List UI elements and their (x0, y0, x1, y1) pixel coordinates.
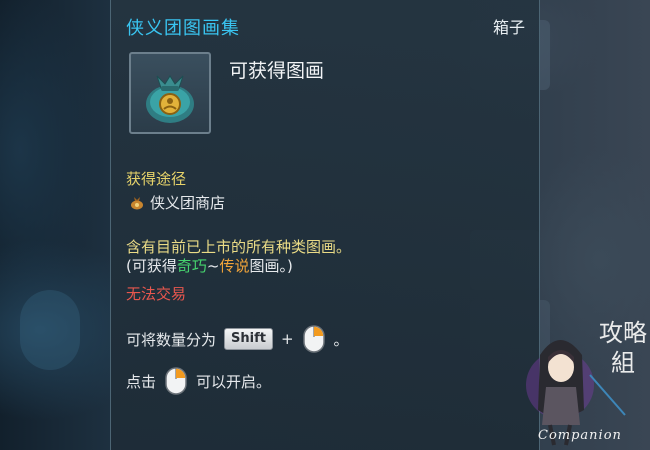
plus-sign: + (280, 330, 294, 348)
split-hint: 可将数量分为 Shift + 。 (126, 325, 349, 353)
open-hint-label: 点击 (126, 372, 157, 391)
shift-key-icon: Shift (224, 328, 273, 350)
money-bag-icon (146, 75, 194, 123)
split-hint-suffix: 。 (333, 330, 349, 349)
trade-status: 无法交易 (126, 285, 187, 303)
watermark-calligraphy: 攻略組 (599, 319, 647, 377)
grade-legend-label: 传说 (219, 257, 250, 275)
acquire-source-label: 侠义团商店 (150, 193, 226, 212)
description-line-1: 含有目前已上市的所有种类图画。 (126, 238, 352, 256)
description-line-2: (可获得奇巧~传说图画。) (126, 255, 293, 276)
pouch-icon (131, 197, 143, 210)
item-icon-frame (129, 52, 211, 134)
open-hint-suffix: 可以开启。 (196, 372, 272, 391)
description-suffix: 图画。) (249, 257, 293, 275)
grade-separator: ~ (206, 257, 220, 275)
acquire-heading: 获得途径 (126, 170, 187, 188)
watermark-text: Companion (538, 428, 622, 443)
item-title: 侠义团图画集 (126, 18, 240, 39)
open-hint: 点击 可以开启。 (126, 367, 272, 395)
grade-rare-label: 奇巧 (176, 257, 207, 275)
background-ui-element (20, 290, 80, 370)
item-tooltip: 侠义团图画集 箱子 可获得图画 获得途径 侠义团商店 含有目前已上市的所有种类图… (110, 0, 540, 450)
split-hint-label: 可将数量分为 (126, 330, 217, 349)
description-prefix: (可获得 (126, 257, 177, 275)
acquire-source: 侠义团商店 (129, 192, 225, 212)
mouse-right-click-icon (302, 325, 325, 353)
item-category: 箱子 (492, 18, 525, 37)
mouse-right-click-icon (165, 367, 187, 395)
item-name: 可获得图画 (229, 60, 325, 82)
